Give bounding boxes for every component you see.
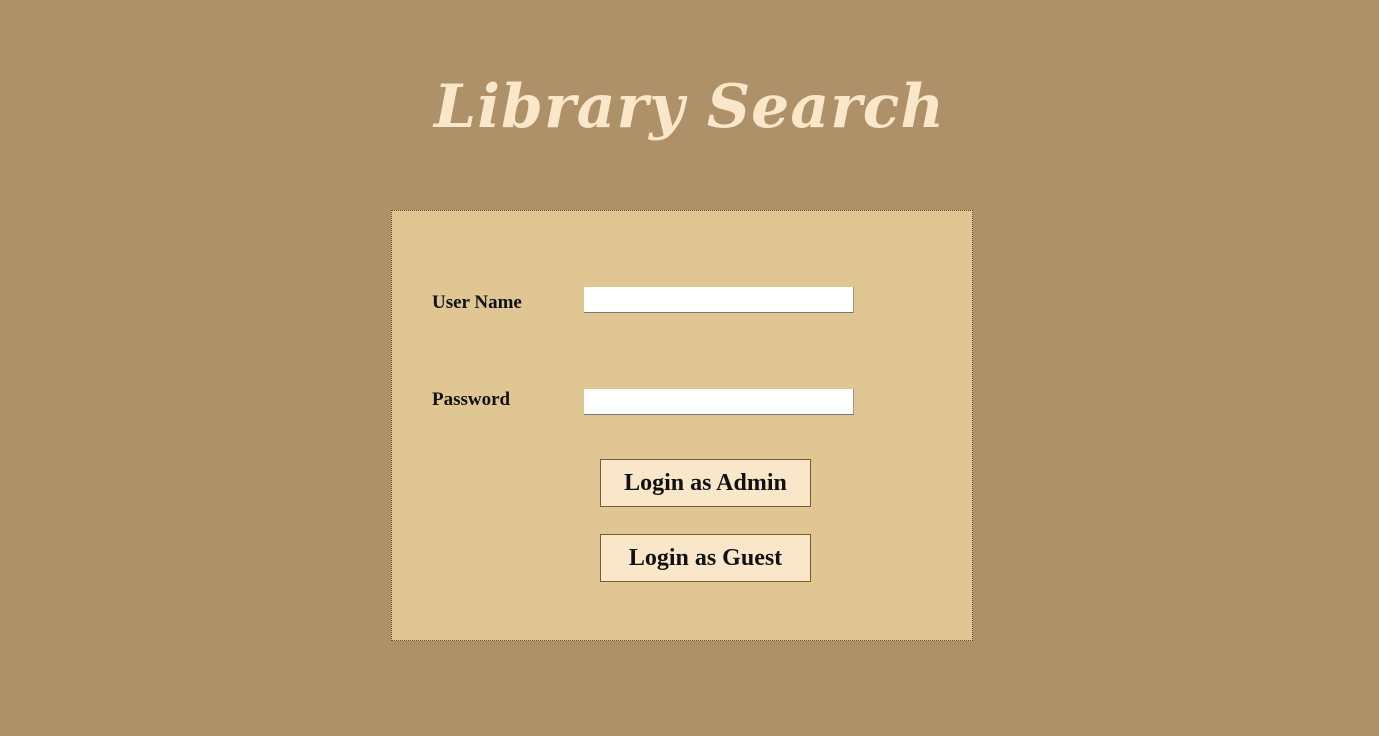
login-as-guest-button[interactable]: Login as Guest — [600, 534, 811, 582]
username-label: User Name — [432, 292, 522, 313]
login-as-admin-button[interactable]: Login as Admin — [600, 459, 811, 507]
username-input[interactable] — [584, 287, 854, 313]
password-label: Password — [432, 389, 511, 410]
page-title: Library Search — [434, 72, 945, 142]
login-panel: User Name Password Login as Admin Login … — [391, 210, 973, 641]
password-input[interactable] — [584, 389, 854, 415]
